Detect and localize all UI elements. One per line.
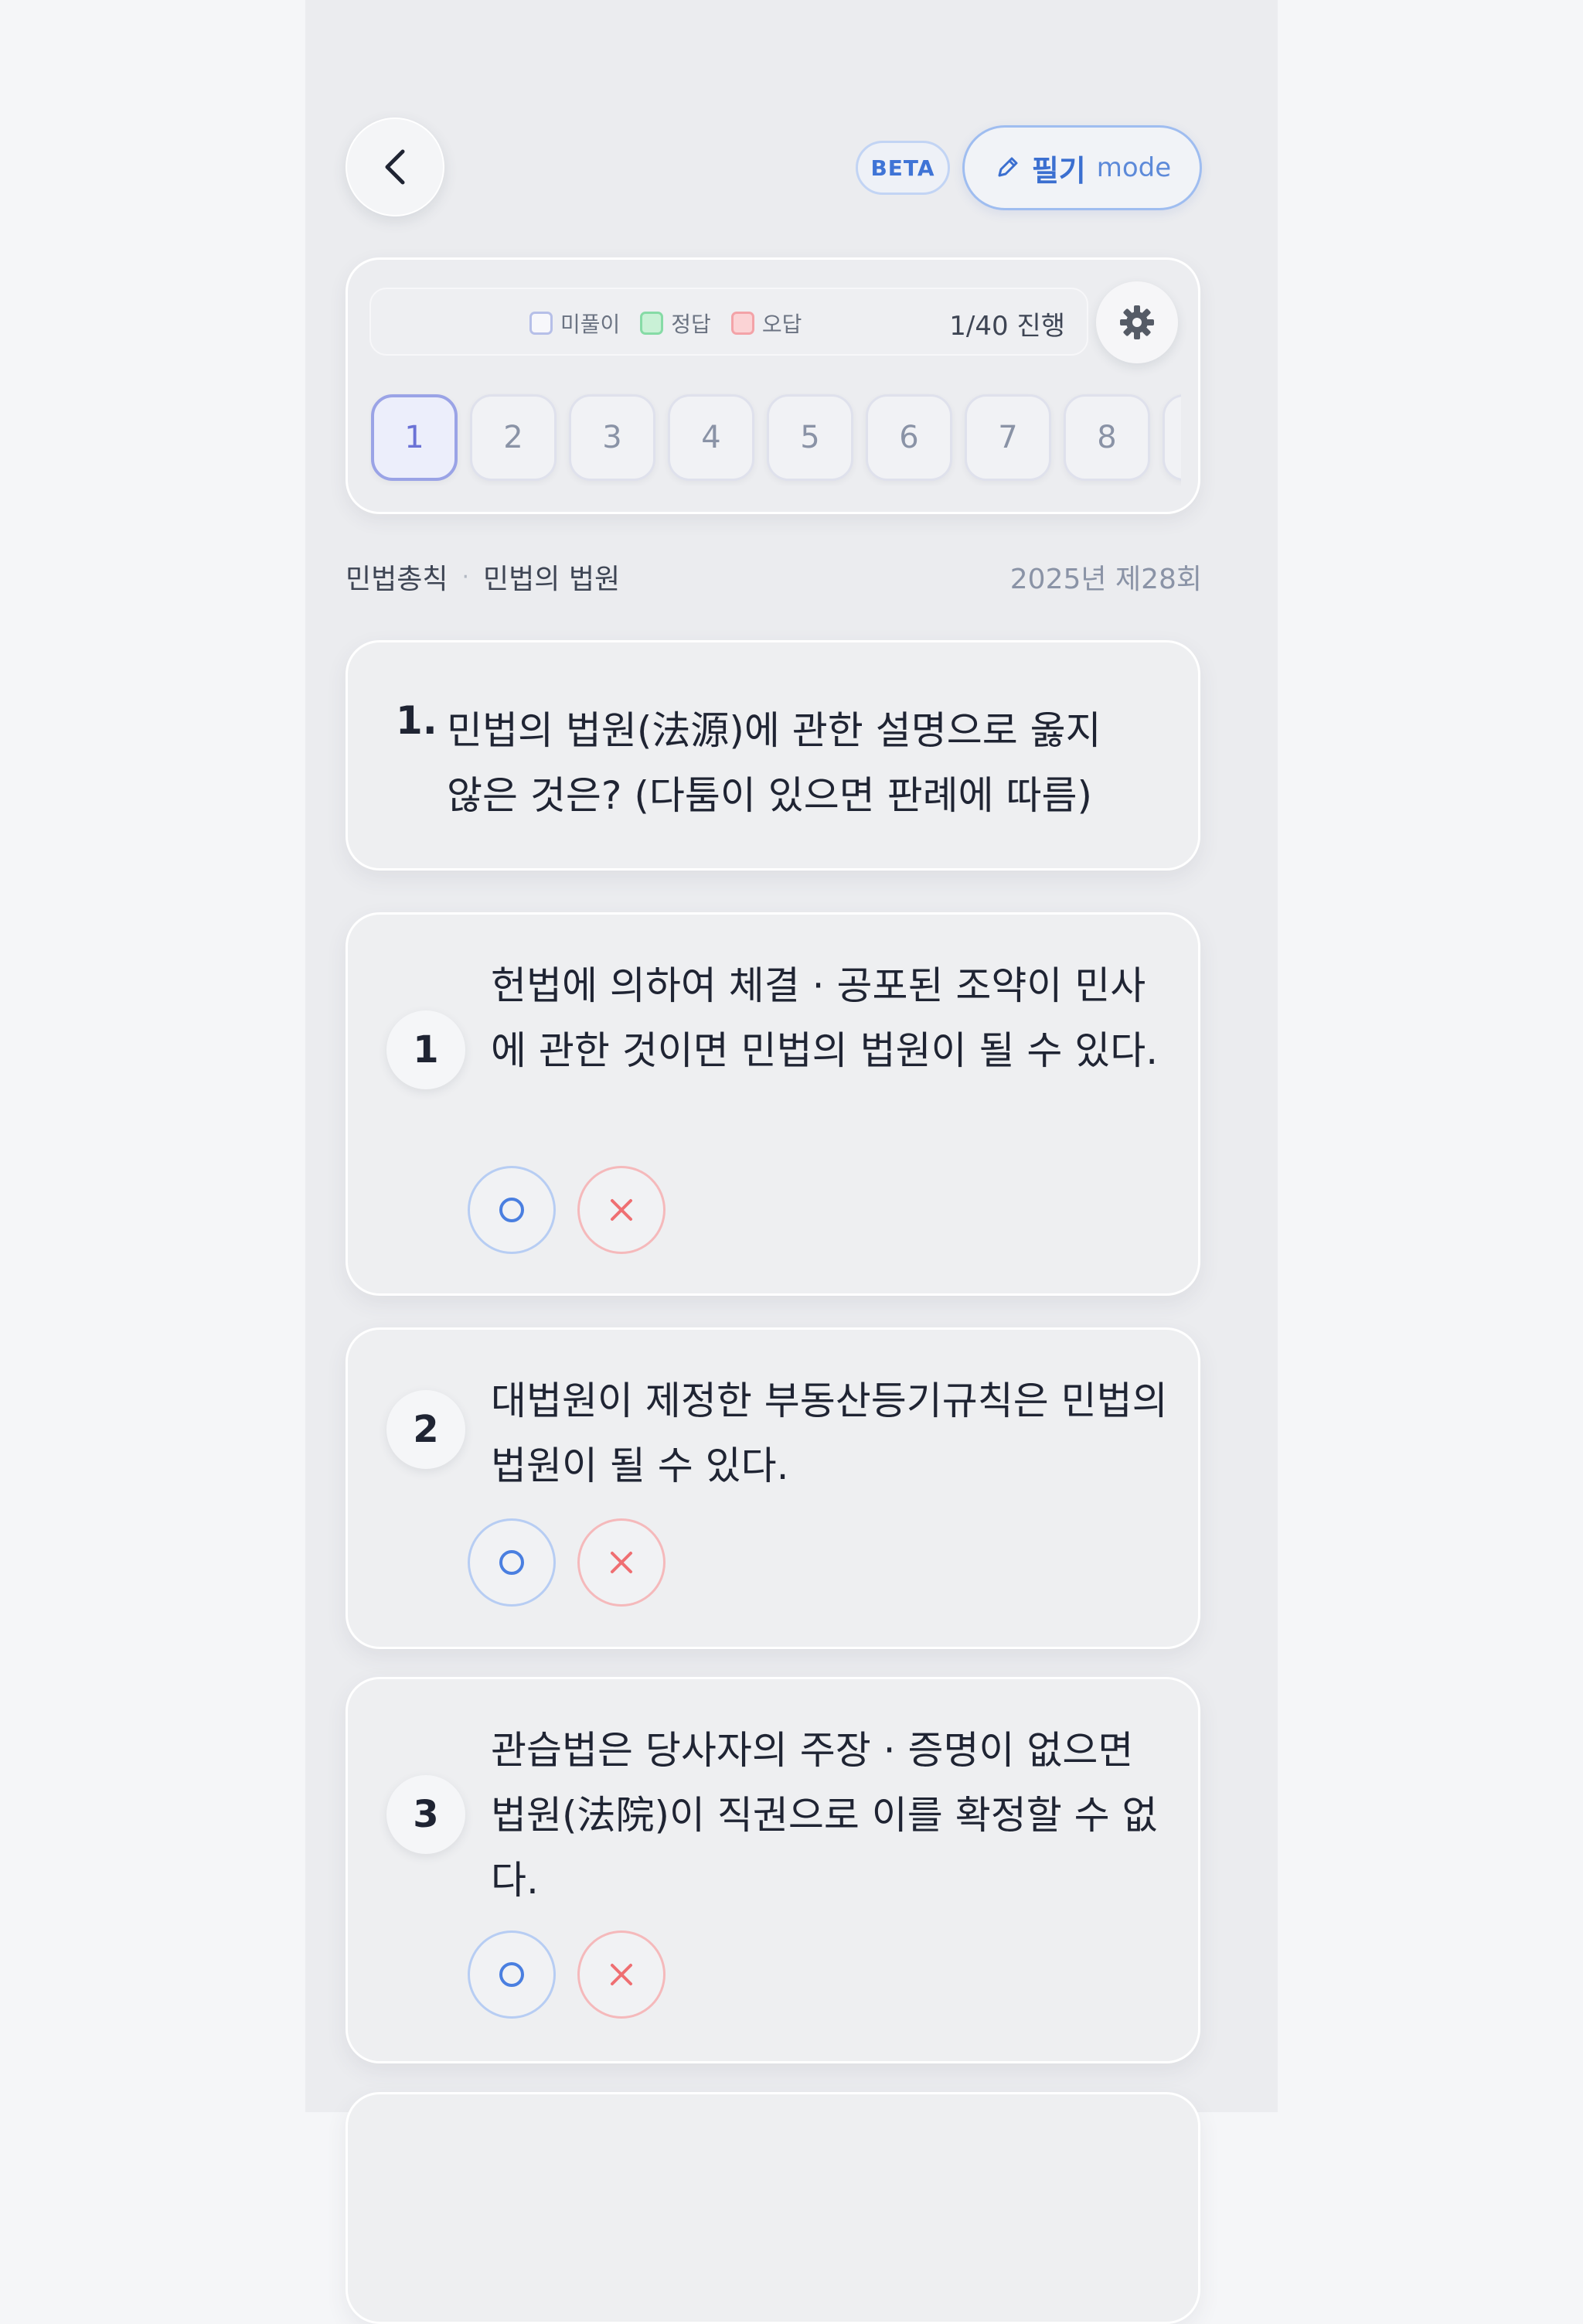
question-text: 민법의 법원(法源)에 관한 설명으로 옳지 않은 것은? (다툼이 있으면 판… — [447, 708, 1101, 818]
legend-bar: 미풀이 정답 오답 1/40 진행 — [369, 288, 1088, 356]
option-text-1: 헌법에 의하여 체결 · 공포된 조약이 민사에 관한 것이면 민법의 법원이 … — [491, 963, 1159, 1073]
app-column: BETA 필기 mode 미풀이 정답 오답 1/40 진행 1 2 3 4 5… — [305, 0, 1278, 2324]
question-card: 1. 민법의 법원(法源)에 관한 설명으로 옳지 않은 것은? (다툼이 있으… — [346, 640, 1200, 871]
option-text-3: 관습법은 당사자의 주장 · 증명이 없으면 법원(法院)이 직권으로 이를 확… — [491, 1728, 1158, 1903]
question-number-4[interactable]: 4 — [668, 394, 754, 481]
option-2-ox-buttons — [468, 1518, 666, 1607]
option-2-o-button[interactable] — [468, 1518, 556, 1607]
x-mark-icon — [611, 1964, 632, 1985]
option-card-2: 2 대법원이 제정한 부동산등기규칙은 민법의 법원이 될 수 있다. — [346, 1327, 1200, 1649]
circle-o-icon — [499, 1550, 524, 1575]
wrong-swatch — [730, 312, 754, 335]
legend-correct-label: 정답 — [671, 312, 711, 337]
back-button[interactable] — [346, 118, 444, 216]
settings-button[interactable] — [1096, 281, 1178, 363]
legend-wrong-label: 오답 — [761, 312, 802, 337]
breadcrumb-subject: 민법총칙 — [346, 564, 448, 595]
mode-sub-label: mode — [1096, 152, 1172, 183]
question-number-6[interactable]: 6 — [866, 394, 952, 481]
progress-text: 1/40 진행 — [949, 310, 1065, 342]
question-number-7[interactable]: 7 — [965, 394, 1051, 481]
question-number: 1. — [396, 698, 437, 743]
option-1-x-button[interactable] — [577, 1166, 666, 1254]
question-number-1[interactable]: 1 — [371, 394, 458, 481]
option-3-o-button[interactable] — [468, 1930, 556, 2019]
correct-swatch — [640, 312, 664, 335]
breadcrumb: 민법총칙 · 민법의 법원 — [346, 555, 620, 598]
question-number-3[interactable]: 3 — [569, 394, 655, 481]
unsolved-swatch — [529, 312, 553, 335]
question-number-9[interactable]: 9 — [1163, 394, 1181, 481]
x-mark-icon — [611, 1199, 632, 1221]
question-number-2[interactable]: 2 — [470, 394, 557, 481]
legend-unsolved-label: 미풀이 — [560, 312, 621, 337]
option-card-3: 3 관습법은 당사자의 주장 · 증명이 없으면 법원(法院)이 직권으로 이를… — [346, 1677, 1200, 2063]
option-number-3: 3 — [386, 1775, 465, 1854]
progress-panel: 미풀이 정답 오답 1/40 진행 1 2 3 4 5 6 7 8 — [346, 257, 1200, 514]
legend-correct: 정답 — [640, 308, 711, 339]
legend-unsolved: 미풀이 — [529, 308, 620, 339]
beta-badge: BETA — [856, 141, 950, 195]
chevron-left-icon — [385, 149, 405, 185]
circle-o-icon — [499, 1198, 524, 1222]
option-number-2: 2 — [386, 1390, 465, 1469]
option-card-1: 1 헌법에 의하여 체결 · 공포된 조약이 민사에 관한 것이면 민법의 법원… — [346, 912, 1200, 1296]
breadcrumb-separator: · — [461, 563, 470, 591]
option-2-x-button[interactable] — [577, 1518, 666, 1607]
legend: 미풀이 정답 오답 — [529, 289, 802, 357]
x-mark-icon — [611, 1552, 632, 1573]
exam-label: 2025년 제28회 — [1009, 564, 1202, 595]
option-1-ox-buttons — [468, 1166, 666, 1254]
breadcrumb-topic: 민법의 법원 — [483, 564, 621, 595]
option-3-x-button[interactable] — [577, 1930, 666, 2019]
legend-wrong: 오답 — [730, 308, 802, 339]
question-number-8[interactable]: 8 — [1064, 394, 1150, 481]
question-number-strip: 1 2 3 4 5 6 7 8 9 — [369, 393, 1181, 486]
mode-main-label: 필기 — [1031, 153, 1086, 188]
option-3-ox-buttons — [468, 1930, 666, 2019]
pencil-icon — [998, 157, 1018, 177]
option-number-1: 1 — [386, 1010, 465, 1089]
circle-o-icon — [499, 1962, 524, 1987]
option-1-o-button[interactable] — [468, 1166, 556, 1254]
question-number-5[interactable]: 5 — [767, 394, 853, 481]
handwriting-mode-button[interactable]: 필기 mode — [962, 125, 1202, 210]
option-text-2: 대법원이 제정한 부동산등기규칙은 민법의 법원이 될 수 있다. — [491, 1378, 1168, 1488]
gear-icon — [1120, 305, 1154, 339]
option-card-4 — [346, 2092, 1200, 2324]
